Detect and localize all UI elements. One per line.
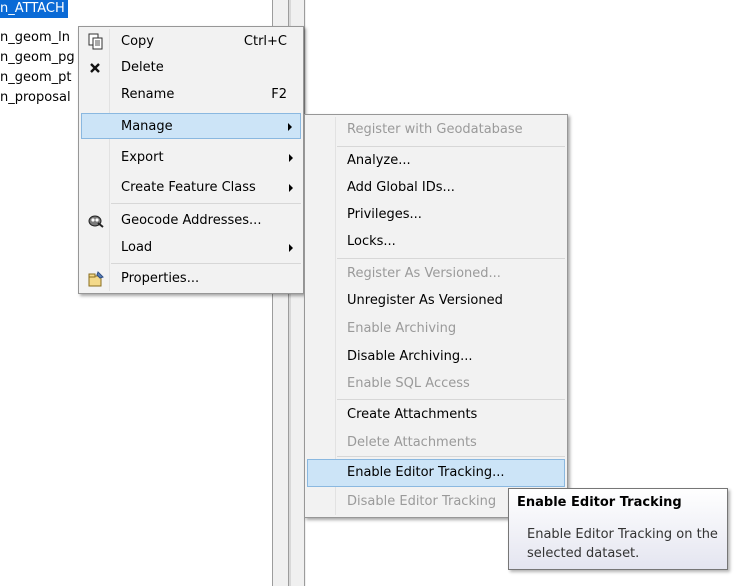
submenu-item-privileges[interactable]: Privileges... bbox=[307, 202, 565, 228]
menu-item-label: Enable Editor Tracking... bbox=[347, 465, 505, 480]
menu-item-label: Manage bbox=[121, 119, 173, 134]
menu-item-label: Analyze... bbox=[347, 153, 411, 168]
menu-separator bbox=[337, 456, 565, 457]
submenu-item-delete-attachments[interactable]: Delete Attachments bbox=[307, 430, 565, 456]
menu-item-label: Register As Versioned... bbox=[347, 266, 501, 281]
submenu-item-register-with-geodatabase[interactable]: Register with Geodatabase bbox=[307, 117, 565, 143]
manage-submenu: Register with Geodatabase Analyze... Add… bbox=[304, 114, 568, 518]
menu-item-label: Privileges... bbox=[347, 207, 422, 222]
properties-icon bbox=[87, 270, 105, 288]
tree-item-geom-pt[interactable]: n_geom_pt bbox=[0, 69, 73, 87]
menu-item-label: Delete bbox=[121, 60, 164, 75]
tree-item-geom-ln[interactable]: n_geom_ln bbox=[0, 29, 72, 47]
menu-item-copy[interactable]: Copy Ctrl+C bbox=[81, 29, 301, 55]
menu-item-label: Create Attachments bbox=[347, 407, 478, 422]
menu-separator bbox=[111, 203, 301, 204]
submenu-item-create-attachments[interactable]: Create Attachments bbox=[307, 402, 565, 428]
menu-item-rename[interactable]: Rename F2 bbox=[81, 82, 301, 108]
submenu-item-enable-sql-access[interactable]: Enable SQL Access bbox=[307, 371, 565, 397]
menu-item-label: Delete Attachments bbox=[347, 435, 477, 450]
menu-item-create-feature-class[interactable]: Create Feature Class bbox=[81, 175, 301, 201]
menu-item-label: Unregister As Versioned bbox=[347, 293, 503, 308]
menu-item-label: Create Feature Class bbox=[121, 180, 256, 195]
submenu-arrow-icon bbox=[289, 184, 293, 192]
menu-item-label: Export bbox=[121, 150, 164, 165]
submenu-item-enable-archiving[interactable]: Enable Archiving bbox=[307, 316, 565, 342]
submenu-item-locks[interactable]: Locks... bbox=[307, 229, 565, 255]
tooltip-body: Enable Editor Tracking on the selected d… bbox=[527, 527, 718, 561]
shortcut-label: Ctrl+C bbox=[243, 34, 287, 49]
submenu-item-analyze[interactable]: Analyze... bbox=[307, 148, 565, 174]
tree-item-geom-pg[interactable]: n_geom_pg bbox=[0, 49, 77, 67]
menu-separator bbox=[111, 263, 301, 264]
menu-item-manage[interactable]: Manage bbox=[81, 113, 301, 139]
menu-item-label: Disable Editor Tracking bbox=[347, 494, 497, 509]
menu-item-label: Locks... bbox=[347, 234, 396, 249]
context-menu: Copy Ctrl+C Delete Rename F2 Manage Expo… bbox=[78, 26, 304, 294]
menu-item-label: Disable Archiving... bbox=[347, 349, 473, 364]
menu-item-load[interactable]: Load bbox=[81, 235, 301, 261]
menu-item-geocode-addresses[interactable]: Geocode Addresses... bbox=[81, 208, 301, 234]
menu-separator bbox=[337, 258, 565, 259]
menu-item-export[interactable]: Export bbox=[81, 145, 301, 171]
submenu-item-add-global-ids[interactable]: Add Global IDs... bbox=[307, 175, 565, 201]
submenu-item-enable-editor-tracking[interactable]: Enable Editor Tracking... bbox=[307, 459, 565, 487]
tree-item-proposal[interactable]: n_proposal bbox=[0, 89, 73, 107]
menu-item-delete[interactable]: Delete bbox=[81, 55, 301, 81]
submenu-item-disable-archiving[interactable]: Disable Archiving... bbox=[307, 344, 565, 370]
submenu-item-register-as-versioned[interactable]: Register As Versioned... bbox=[307, 261, 565, 287]
tooltip-title: Enable Editor Tracking bbox=[517, 495, 682, 510]
menu-item-label: Enable SQL Access bbox=[347, 376, 470, 391]
submenu-arrow-icon bbox=[288, 123, 292, 131]
menu-item-label: Enable Archiving bbox=[347, 321, 457, 336]
menu-separator bbox=[337, 146, 565, 147]
submenu-arrow-icon bbox=[289, 154, 293, 162]
menu-item-properties[interactable]: Properties... bbox=[81, 266, 301, 292]
copy-icon bbox=[87, 33, 105, 51]
menu-item-label: Load bbox=[121, 240, 153, 255]
menu-item-label: Copy bbox=[121, 34, 154, 49]
tree-item-attach[interactable]: n_ATTACH bbox=[0, 0, 68, 18]
menu-item-label: Geocode Addresses... bbox=[121, 213, 262, 228]
shortcut-label: F2 bbox=[271, 87, 287, 102]
submenu-item-unregister-as-versioned[interactable]: Unregister As Versioned bbox=[307, 288, 565, 314]
menu-item-label: Rename bbox=[121, 87, 175, 102]
tooltip: Enable Editor Tracking Enable Editor Tra… bbox=[508, 488, 728, 570]
menu-item-label: Add Global IDs... bbox=[347, 180, 455, 195]
menu-separator bbox=[337, 399, 565, 400]
menu-item-label: Properties... bbox=[121, 271, 200, 286]
submenu-arrow-icon bbox=[289, 244, 293, 252]
geocode-icon bbox=[87, 212, 105, 230]
menu-item-label: Register with Geodatabase bbox=[347, 122, 523, 137]
delete-x-icon bbox=[87, 59, 105, 77]
